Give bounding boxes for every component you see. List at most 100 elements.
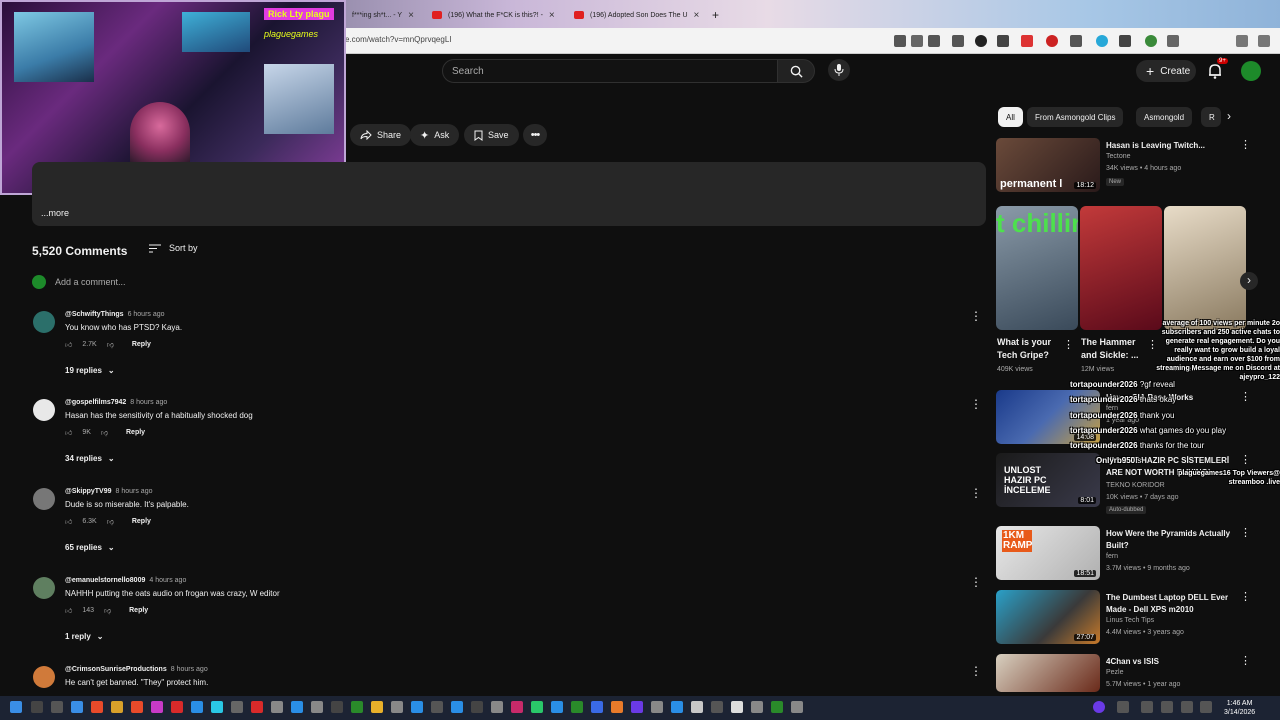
search-input[interactable]: Search [442,59,778,83]
more-vertical-icon[interactable]: ⋮ [1240,526,1251,539]
channel-name[interactable]: fern [1106,553,1118,560]
sidebar-video[interactable]: 4Chan vs ISIS Pezle 5.7M views • 1 year … [996,654,1256,692]
avatar[interactable] [33,311,55,333]
save-button[interactable]: Save [464,124,519,146]
app-icon[interactable] [171,701,183,713]
comment-time[interactable]: 4 hours ago [149,577,186,584]
url-field[interactable]: e.com/watch?v=mnQprvqegLI [345,35,452,44]
short-title[interactable]: The Hammer and Sickle: ... [1081,336,1147,362]
short-thumbnail[interactable] [1080,206,1162,330]
dislike-icon[interactable]: 👎︎ [104,606,111,615]
comment-author[interactable]: @SkippyTV99 8 hours ago [65,488,153,495]
browser-icon[interactable] [211,701,223,713]
app-icon[interactable] [451,701,463,713]
replies-toggle[interactable]: 19 replies ⌄ [65,366,115,375]
video-thumbnail[interactable]: 27:07 [996,590,1100,644]
app-icon[interactable] [611,701,623,713]
more-actions-button[interactable]: ••• [523,124,547,146]
comment-time[interactable]: 8 hours ago [116,488,153,495]
extension-icon[interactable] [975,35,987,47]
sort-by-button[interactable]: Sort by [149,243,198,253]
app-icon[interactable] [331,701,343,713]
app-icon[interactable] [231,701,243,713]
app-icon[interactable] [651,701,663,713]
comment-author[interactable]: @emanuelstornello8009 4 hours ago [65,577,186,584]
more-vertical-icon[interactable]: ⋮ [1063,338,1074,351]
extension-icon[interactable] [1096,35,1108,47]
sidebar-video[interactable]: 1KM RAMP 18:51 How Were the Pyramids Act… [996,526,1256,582]
app-icon[interactable] [411,701,423,713]
video-thumbnail[interactable]: 1KM RAMP 18:51 [996,526,1100,580]
comment-author[interactable]: @CrimsonSunriseProductions 8 hours ago [65,666,208,673]
video-title[interactable]: The Dumbest Laptop DELL Ever Made - Dell… [1106,592,1236,616]
description-box[interactable] [32,162,986,226]
description-more-link[interactable]: ...more [41,208,69,218]
reply-button[interactable]: Reply [129,607,148,614]
more-vertical-icon[interactable]: ⋮ [1240,138,1251,151]
tray-icon[interactable] [1093,701,1105,713]
avatar[interactable] [33,577,55,599]
comment-time[interactable]: 8 hours ago [171,666,208,673]
app-icon[interactable] [571,701,583,713]
video-title[interactable]: Hasan is Leaving Twitch... [1106,140,1236,152]
more-vertical-icon[interactable]: ⋮ [1240,390,1251,403]
app-icon[interactable] [591,701,603,713]
browser-tab[interactable]: (196) What the F*CK is this?! - × [426,4,561,26]
channel-name[interactable]: TEKNO KORIDOR [1106,482,1165,489]
app-icon[interactable] [731,701,743,713]
author-name[interactable]: @SkippyTV99 [65,488,112,495]
download-icon[interactable] [952,35,964,47]
reply-button[interactable]: Reply [132,341,151,348]
author-name[interactable]: @SchwiftyThings [65,311,124,318]
menu-icon[interactable] [1167,35,1179,47]
channel-name[interactable]: Pezle [1106,669,1124,676]
app-icon[interactable] [791,701,803,713]
chip-more[interactable]: R [1201,107,1221,127]
app-icon[interactable] [631,701,643,713]
star-icon[interactable] [928,35,940,47]
more-vertical-icon[interactable]: ⋮ [1240,654,1251,667]
ask-button[interactable]: ✦ Ask [410,124,460,146]
comment-time[interactable]: 6 hours ago [128,311,165,318]
sidebar-video[interactable]: 27:07 The Dumbest Laptop DELL Ever Made … [996,590,1256,646]
app-icon[interactable] [311,701,323,713]
extension-icon[interactable] [894,35,906,47]
app-icon[interactable] [271,701,283,713]
author-name[interactable]: @emanuelstornello8009 [65,577,145,584]
dislike-icon[interactable]: 👎︎ [107,340,114,349]
video-title[interactable]: 4Chan vs ISIS [1106,656,1236,668]
network-icon[interactable] [1141,701,1153,713]
volume-icon[interactable] [1181,701,1193,713]
dislike-icon[interactable]: 👎︎ [107,517,114,526]
avatar[interactable] [33,666,55,688]
extension-icon[interactable] [1046,35,1058,47]
chevron-right-icon[interactable]: › [1227,109,1231,123]
new-tab-button[interactable]: + [706,4,725,26]
like-icon[interactable]: 👍︎ [65,606,72,615]
app-icon[interactable] [371,701,383,713]
folder-icon[interactable] [111,701,123,713]
more-vertical-icon[interactable]: ⋮ [1240,453,1251,466]
app-icon[interactable] [151,701,163,713]
voice-search-button[interactable] [828,59,850,81]
replies-toggle[interactable]: 34 replies ⌄ [65,454,115,463]
create-button[interactable]: + Create [1136,60,1196,82]
browser-tab[interactable]: (196) Adopted Son Does The U × [568,4,705,26]
app-icon[interactable] [131,701,143,713]
extension-icon[interactable] [1021,35,1033,47]
short-title[interactable]: What is your Tech Gripe? [997,336,1063,362]
start-icon[interactable] [10,701,22,713]
channel-name[interactable]: Tectone [1106,153,1131,160]
video-thumbnail[interactable]: UNLOST HAZIR PC İNCELEME 8:01 [996,453,1100,507]
task-view-icon[interactable] [51,701,63,713]
more-vertical-icon[interactable]: ⋮ [970,309,982,323]
comment-time[interactable]: 8 hours ago [130,399,167,406]
more-vertical-icon[interactable]: ⋮ [970,575,982,589]
extension-icon[interactable] [997,35,1009,47]
author-name[interactable]: @gospelfilms7942 [65,399,126,406]
more-vertical-icon[interactable]: ⋮ [970,664,982,678]
extension-icon[interactable] [1070,35,1082,47]
extension-icon[interactable] [911,35,923,47]
app-icon[interactable] [711,701,723,713]
like-icon[interactable]: 👍︎ [65,517,72,526]
